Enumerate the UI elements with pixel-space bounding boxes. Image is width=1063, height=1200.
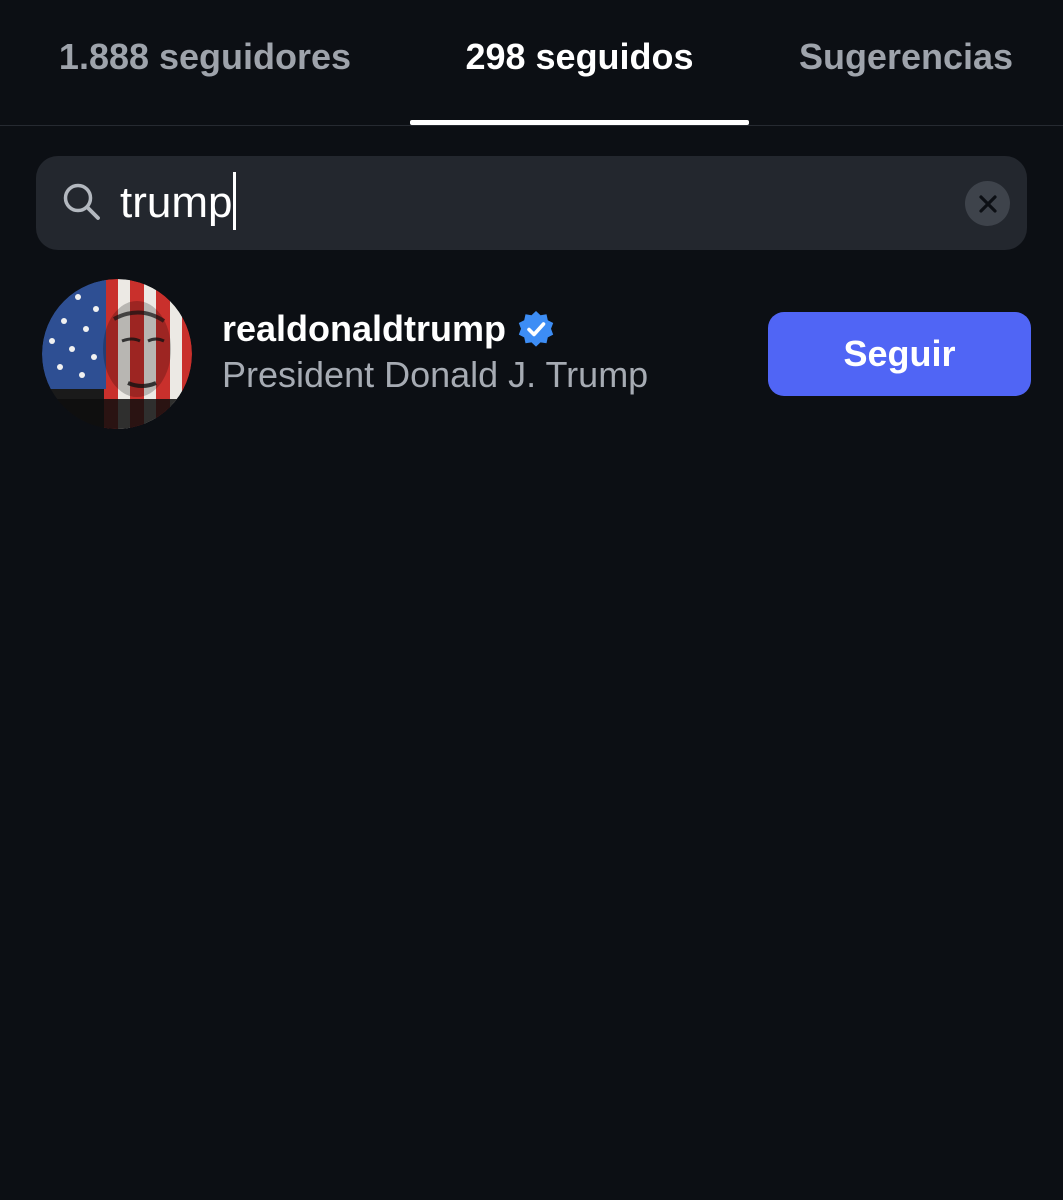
tab-bar: 1.888 seguidores 298 seguidos Sugerencia… <box>0 0 1063 126</box>
username-line: realdonaldtrump <box>222 302 556 356</box>
avatar-image <box>42 279 192 429</box>
clear-search-button[interactable] <box>965 181 1010 226</box>
close-icon <box>978 194 997 213</box>
follow-button[interactable]: Seguir <box>768 312 1031 396</box>
avatar[interactable] <box>42 279 192 429</box>
search-input-value: trump <box>120 178 233 227</box>
display-name: President Donald J. Trump <box>222 354 649 395</box>
verified-badge-icon <box>518 311 554 347</box>
following-screen: 1.888 seguidores 298 seguidos Sugerencia… <box>0 0 1063 1200</box>
username[interactable]: realdonaldtrump <box>222 308 506 350</box>
tab-suggestions[interactable]: Sugerencias <box>770 0 1042 125</box>
active-tab-indicator <box>410 120 749 125</box>
tab-followers[interactable]: 1.888 seguidores <box>30 0 380 125</box>
search-input[interactable]: trump <box>120 168 940 238</box>
tab-following[interactable]: 298 seguidos <box>410 0 749 125</box>
text-caret <box>233 172 237 230</box>
search-icon <box>63 183 100 220</box>
